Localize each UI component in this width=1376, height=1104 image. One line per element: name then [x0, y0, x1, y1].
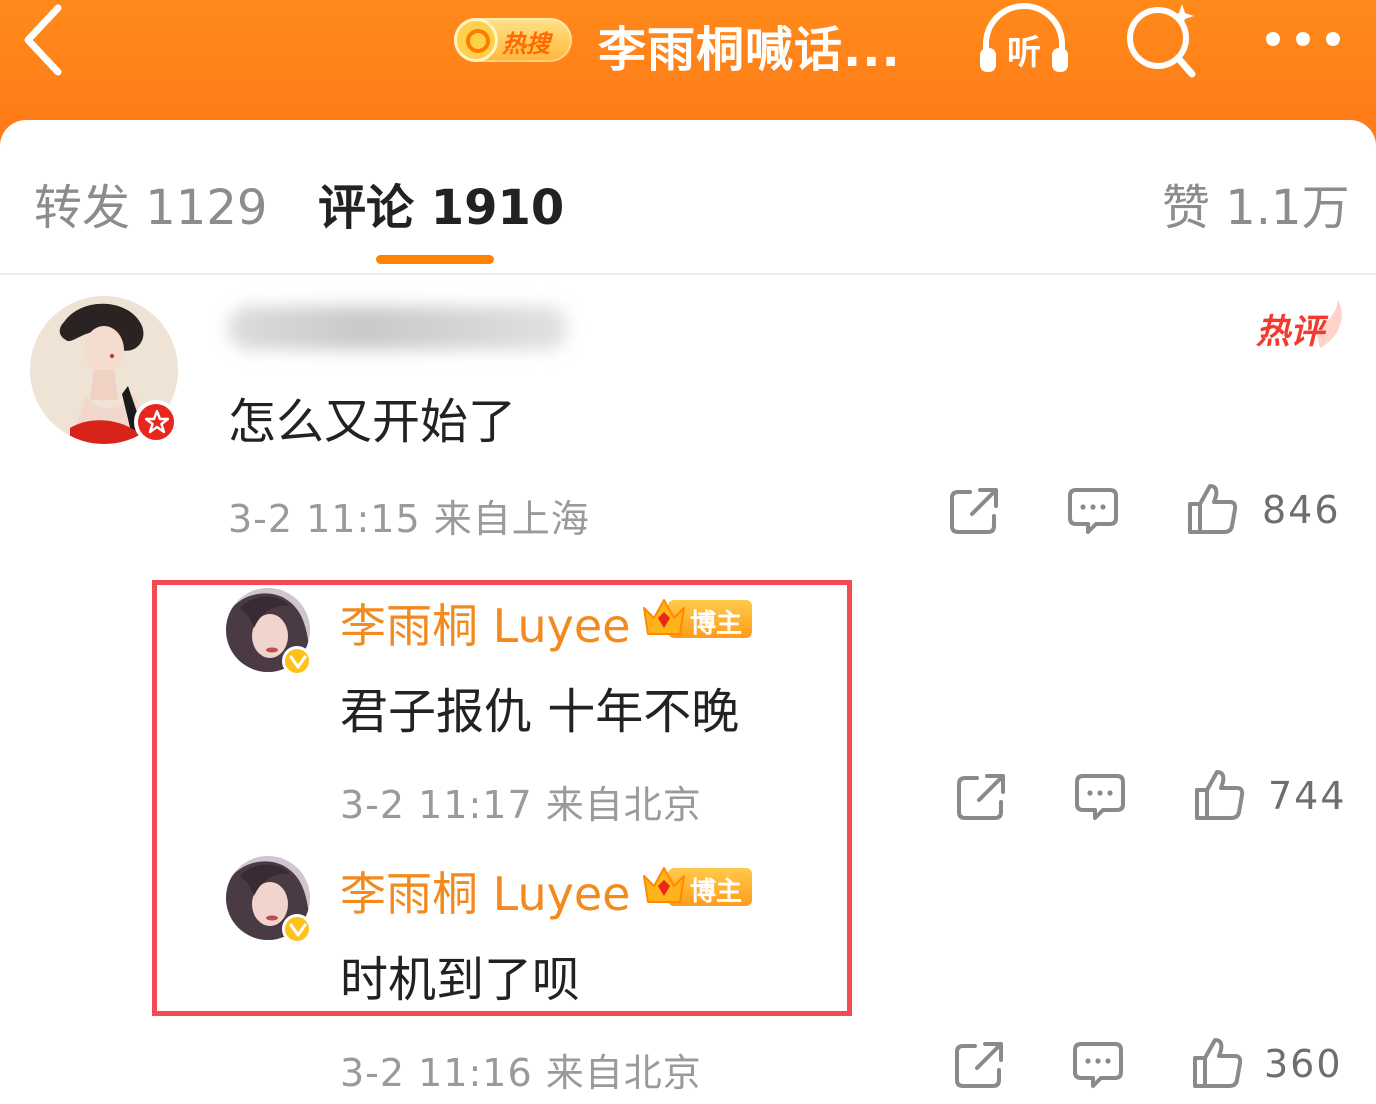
thumbs-up-icon: [1188, 484, 1238, 534]
blogger-badge: 博主: [640, 860, 754, 908]
tab-divider: [0, 273, 1376, 275]
reply-text: 时机到了呗: [340, 952, 581, 1008]
like-count: 744: [1268, 774, 1347, 818]
share-button[interactable]: [955, 770, 1009, 824]
active-tab-indicator: [376, 255, 494, 264]
listen-button[interactable]: 听: [972, 0, 1076, 80]
share-icon: [950, 488, 998, 534]
more-dots-icon: [1326, 32, 1340, 46]
hot-comment-tag: 热评: [1250, 300, 1346, 352]
share-button[interactable]: [953, 1038, 1007, 1092]
share-button[interactable]: [948, 484, 1002, 538]
reply-author-name[interactable]: 李雨桐 Luyee: [340, 858, 630, 924]
verified-icon: [289, 923, 307, 937]
comment-icon: [1075, 774, 1125, 820]
vip-star-badge: [134, 400, 178, 444]
verified-badge: [282, 646, 312, 676]
more-options-button[interactable]: [1258, 22, 1348, 58]
comment-icon: [1073, 1042, 1123, 1088]
search-sparkle-icon: [1127, 4, 1196, 78]
comment-meta: 3-2 11:15 来自上海: [228, 497, 590, 541]
reply-button[interactable]: [1071, 1038, 1125, 1092]
reply-meta: 3-2 11:17 来自北京: [340, 783, 702, 827]
tab-comments[interactable]: 评论 1910: [318, 168, 564, 238]
verified-icon: [289, 655, 307, 669]
like-button[interactable]: [1193, 768, 1247, 822]
hot-search-icon: [454, 18, 498, 62]
tab-likes[interactable]: 赞 1.1万: [1162, 168, 1350, 238]
headphones-icon: 听: [980, 3, 1068, 73]
tab-reposts[interactable]: 转发 1129: [34, 168, 267, 238]
page-title: 李雨桐喊话...: [598, 22, 901, 78]
reply-text: 君子报仇 十年不晚: [340, 684, 740, 740]
comment-icon: [1068, 488, 1118, 534]
crown-icon: [643, 867, 685, 903]
hot-search-label: 热搜: [502, 30, 550, 58]
top-nav-bar: 热搜 李雨桐喊话... 听: [0, 0, 1376, 140]
search-button[interactable]: [1120, 0, 1206, 84]
more-dots-icon: [1296, 32, 1310, 46]
reply-meta: 3-2 11:16 来自北京: [340, 1051, 702, 1095]
vip-star-icon: [145, 410, 169, 434]
share-icon: [955, 1042, 1003, 1088]
more-dots-icon: [1266, 32, 1280, 46]
like-button[interactable]: [1186, 482, 1240, 536]
comment-text: 怎么又开始了: [228, 394, 517, 450]
blogger-badge-label: 博主: [690, 877, 743, 907]
like-button[interactable]: [1191, 1036, 1245, 1090]
reply-author-name[interactable]: 李雨桐 Luyee: [340, 590, 630, 656]
verified-badge: [282, 914, 312, 944]
like-count: 846: [1262, 488, 1341, 532]
blogger-badge: 博主: [640, 592, 754, 640]
hot-comment-label: 热评: [1256, 312, 1324, 352]
blurred-username[interactable]: [228, 306, 568, 350]
back-button[interactable]: [18, 0, 78, 80]
back-arrow-icon: [24, 4, 62, 76]
like-count: 360: [1264, 1042, 1343, 1086]
crown-icon: [643, 599, 685, 635]
thumbs-up-icon: [1193, 1038, 1243, 1088]
blogger-badge-label: 博主: [690, 609, 743, 639]
thumbs-up-icon: [1195, 770, 1245, 820]
share-icon: [957, 774, 1005, 820]
reply-button[interactable]: [1073, 770, 1127, 824]
reply-button[interactable]: [1066, 484, 1120, 538]
listen-label: 听: [1007, 33, 1041, 73]
hot-search-badge[interactable]: 热搜: [444, 14, 574, 66]
